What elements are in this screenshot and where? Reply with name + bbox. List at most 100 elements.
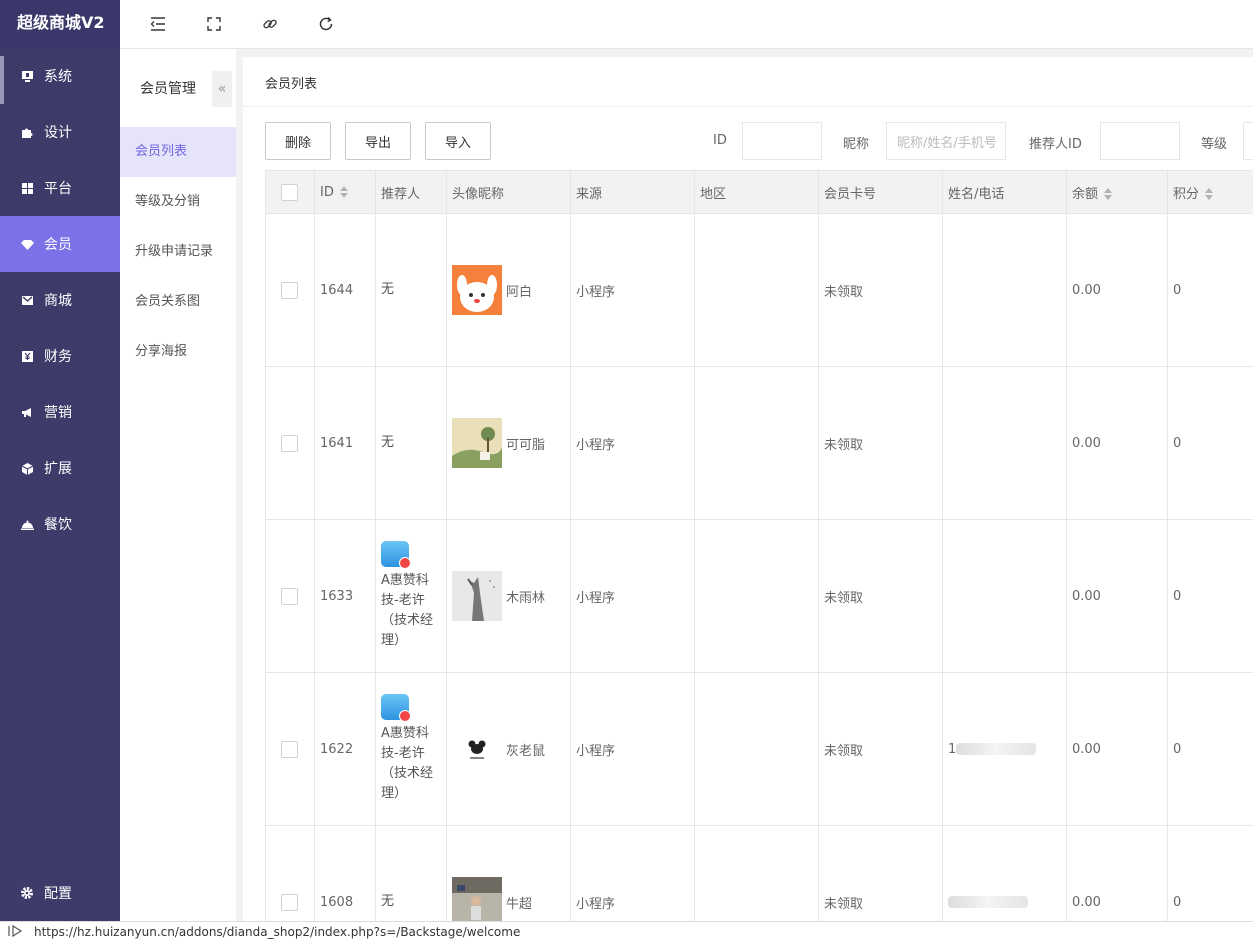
column-header-referrer: 推荐人 — [375, 170, 447, 214]
link-button[interactable] — [260, 14, 280, 34]
nav-item-finance[interactable]: 财务 — [0, 328, 120, 384]
avatar-image[interactable] — [452, 724, 502, 774]
nav-item-marketing[interactable]: 营销 — [0, 384, 120, 440]
referrer-text: 无 — [381, 435, 395, 450]
row-select-cell — [265, 366, 315, 520]
sub-item-level-distribution[interactable]: 等级及分销 — [120, 177, 236, 227]
row-checkbox[interactable] — [281, 740, 298, 758]
card-cell: 未领取 — [818, 519, 943, 673]
row-checkbox[interactable] — [281, 893, 298, 911]
table-row[interactable]: 1641 无 可可脂 小程序 未领取 0.00 0 — [265, 366, 1253, 520]
column-header-name-phone: 姓名/电话 — [942, 170, 1067, 214]
collapse-menu-button[interactable] — [148, 14, 168, 34]
collapse-submenu-button[interactable]: « — [212, 71, 232, 107]
fullscreen-button[interactable] — [204, 14, 224, 34]
play-sidebar-icon[interactable] — [8, 924, 26, 940]
referrer-cell: 无 — [375, 825, 447, 921]
name-phone-cell: 1 — [942, 672, 1067, 826]
select-all-checkbox[interactable] — [281, 183, 298, 201]
nav-label: 平台 — [44, 181, 72, 197]
name-phone-cell — [942, 366, 1067, 520]
source-cell: 小程序 — [570, 672, 695, 826]
nav-item-extension[interactable]: 扩展 — [0, 440, 120, 496]
column-header-points[interactable]: 积分 — [1167, 170, 1253, 214]
points-cell: 0 — [1167, 672, 1253, 826]
nav-label: 财务 — [44, 349, 72, 365]
referrer-text-line: 技-老许 — [381, 746, 425, 761]
refresh-button[interactable] — [316, 14, 336, 34]
top-toolbar — [120, 0, 1253, 49]
row-select-cell — [265, 519, 315, 673]
table-header-row: ID 推荐人 头像昵称 来源 地区 会员卡号 姓名/电话 余额 积分 — [265, 170, 1253, 214]
sort-icon[interactable] — [339, 186, 348, 198]
column-header-balance[interactable]: 余额 — [1066, 170, 1168, 214]
referrer-cell: A惠赞科 技-老许 （技术经 理） — [375, 519, 447, 673]
referrer-cell: 无 — [375, 366, 447, 520]
status-url: https://hz.huizanyun.cn/addons/dianda_sh… — [34, 925, 521, 939]
avatar-image[interactable] — [452, 265, 502, 315]
nav-item-catering[interactable]: 餐饮 — [0, 496, 120, 552]
card-cell: 未领取 — [818, 366, 943, 520]
column-label: 积分 — [1173, 186, 1200, 202]
yen-icon — [20, 349, 34, 363]
delete-button[interactable]: 删除 — [265, 122, 331, 160]
avatar-image[interactable] — [452, 877, 502, 921]
sort-icon[interactable] — [1205, 188, 1214, 200]
referrer-text-line: 理） — [381, 786, 408, 801]
nickname: 木雨林 — [506, 590, 546, 606]
import-button[interactable]: 导入 — [425, 122, 491, 160]
referrer-text-line: A惠赞科 — [381, 726, 429, 741]
row-checkbox[interactable] — [281, 281, 298, 299]
sub-item-upgrade-records[interactable]: 升级申请记录 — [120, 227, 236, 277]
sub-item-relation-graph[interactable]: 会员关系图 — [120, 277, 236, 327]
referrer-text-line: （技术经 — [381, 613, 434, 628]
nav-item-platform[interactable]: 平台 — [0, 160, 120, 216]
nav-item-design[interactable]: 设计 — [0, 104, 120, 160]
filter-referrer-input[interactable] — [1100, 122, 1180, 160]
refresh-icon — [319, 17, 333, 31]
balance-cell: 0.00 — [1066, 366, 1168, 520]
filter-nickname-input[interactable]: 昵称/姓名/手机号 — [886, 122, 1006, 160]
indent-icon — [150, 17, 165, 31]
table-row[interactable]: 1608 无 牛超 小程序 未领取 0.00 0 — [265, 825, 1253, 921]
table-row[interactable]: 1633 A惠赞科 技-老许 （技术经 理） 木雨林 小程序 未领取 0.00 … — [265, 519, 1253, 673]
column-header-source: 来源 — [570, 170, 695, 214]
points-cell: 0 — [1167, 366, 1253, 520]
referrer-text: 无 — [381, 282, 395, 297]
referrer-cell: 无 — [375, 213, 447, 367]
nav-item-settings[interactable]: 配置 — [0, 865, 120, 921]
filter-level-select[interactable] — [1243, 122, 1253, 160]
referrer-avatar-badge — [381, 541, 411, 569]
table-row[interactable]: 1644 无 阿白 小程序 未领取 0.00 0 — [265, 213, 1253, 367]
balance-cell: 0.00 — [1066, 825, 1168, 921]
row-checkbox[interactable] — [281, 587, 298, 605]
id-cell: 1644 — [314, 213, 376, 367]
referrer-text-line: 技-老许 — [381, 593, 425, 608]
nickname: 牛超 — [506, 896, 533, 912]
nav-item-system[interactable]: 系统 — [0, 48, 120, 104]
phone-redacted — [956, 743, 1037, 755]
main-sidebar: 超级商城V2 系统 设计 平台 会员 商城 财务 营销 扩展 餐饮 配置 — [0, 0, 120, 921]
nav-item-mall[interactable]: 商城 — [0, 272, 120, 328]
id-cell: 1633 — [314, 519, 376, 673]
row-checkbox[interactable] — [281, 434, 298, 452]
id-cell: 1622 — [314, 672, 376, 826]
source-cell: 小程序 — [570, 519, 695, 673]
filter-id-input[interactable] — [742, 122, 822, 160]
sub-item-member-list[interactable]: 会员列表 — [120, 127, 236, 177]
id-cell: 1608 — [314, 825, 376, 921]
export-button[interactable]: 导出 — [345, 122, 411, 160]
name-phone-cell — [942, 213, 1067, 367]
nav-item-member[interactable]: 会员 — [0, 216, 120, 272]
table-row[interactable]: 1622 A惠赞科 技-老许 （技术经 理） 灰老鼠 小程序 未领取 1 0.0… — [265, 672, 1253, 826]
avatar-image[interactable] — [452, 418, 502, 468]
source-cell: 小程序 — [570, 366, 695, 520]
cube-icon — [20, 461, 34, 475]
referrer-text-line: 理） — [381, 633, 408, 648]
column-header-avatar-nickname: 头像昵称 — [446, 170, 571, 214]
sort-icon[interactable] — [1104, 188, 1113, 200]
source-cell: 小程序 — [570, 825, 695, 921]
sub-item-share-poster[interactable]: 分享海报 — [120, 327, 236, 377]
avatar-image[interactable] — [452, 571, 502, 621]
column-header-id[interactable]: ID — [314, 170, 376, 214]
